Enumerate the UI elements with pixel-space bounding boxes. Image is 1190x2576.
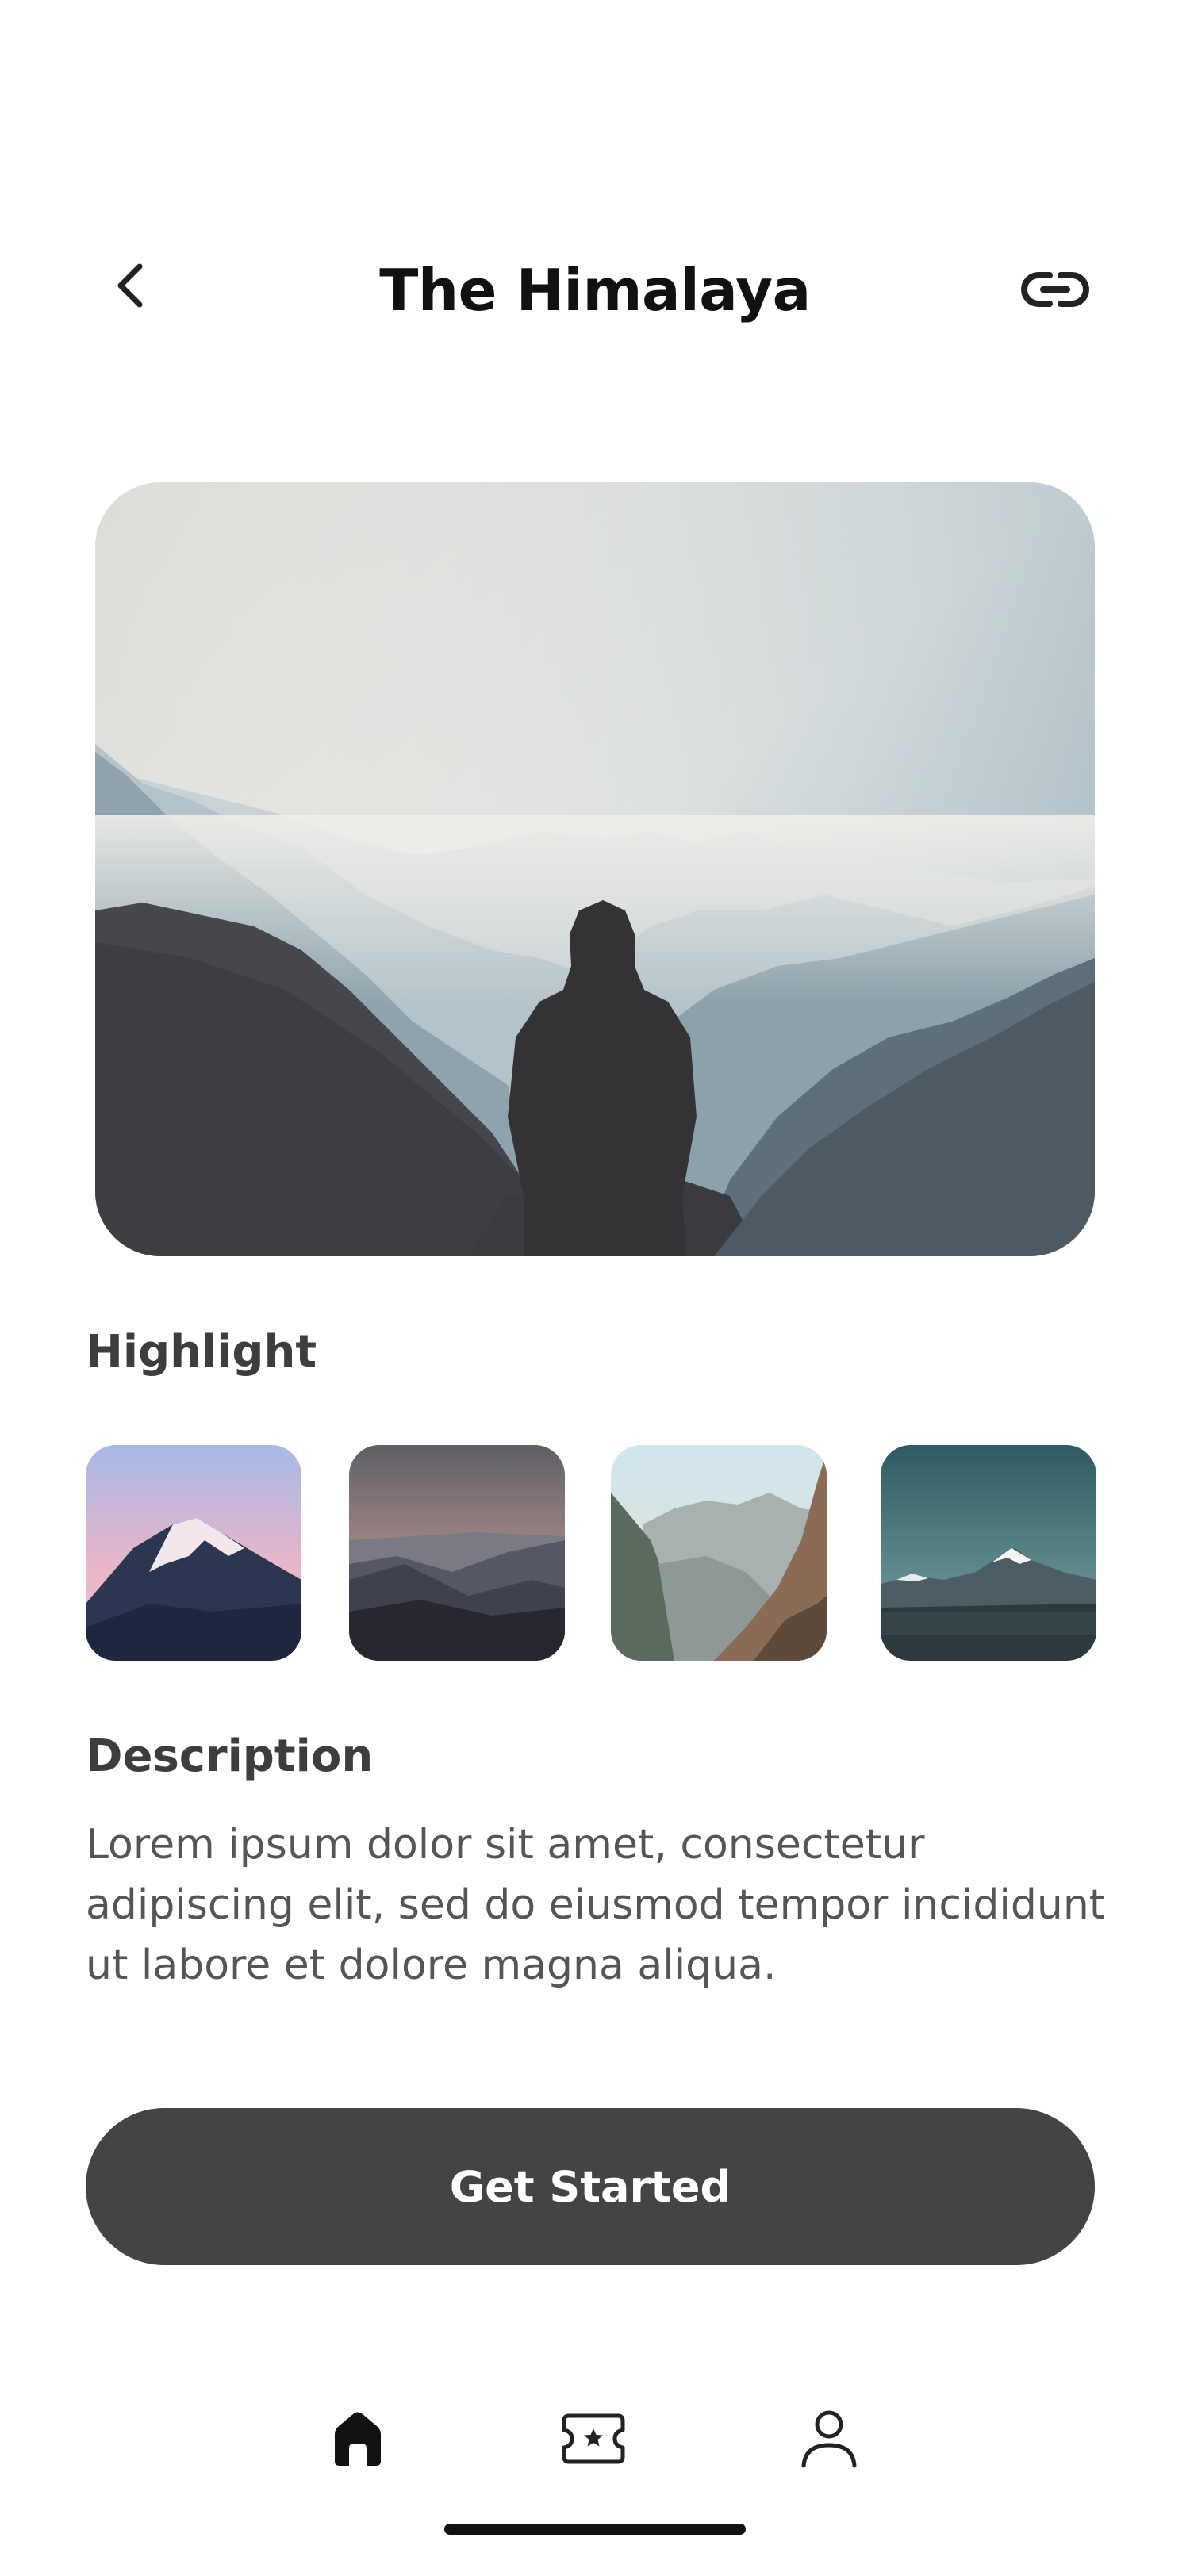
user-icon <box>801 2410 857 2468</box>
nav-profile[interactable] <box>789 2399 869 2478</box>
description-text: Lorem ipsum dolor sit amet, consectetur … <box>86 1821 1106 1989</box>
highlight-heading: Highlight <box>86 1326 317 1378</box>
home-indicator <box>444 2524 746 2535</box>
highlight-thumbnail[interactable] <box>86 1445 301 1661</box>
nav-tickets[interactable] <box>554 2399 633 2478</box>
screen: The Himalaya Highlight Description Lorem… <box>0 0 1190 2576</box>
highlight-thumbnail[interactable] <box>611 1445 827 1661</box>
chevron-left-icon <box>117 263 143 308</box>
home-icon <box>335 2412 381 2466</box>
nav-home[interactable] <box>318 2399 397 2478</box>
share-link-button[interactable] <box>1015 258 1095 321</box>
hero-image <box>95 482 1095 1256</box>
link-icon <box>1021 272 1089 307</box>
back-button[interactable] <box>103 258 159 313</box>
highlight-thumbnail[interactable] <box>349 1445 565 1661</box>
highlight-thumbnail[interactable] <box>881 1445 1096 1661</box>
get-started-button[interactable]: Get Started <box>86 2108 1095 2265</box>
ticket-star-icon <box>562 2413 625 2464</box>
page-title: The Himalaya <box>379 257 811 324</box>
description-heading: Description <box>86 1731 374 1782</box>
